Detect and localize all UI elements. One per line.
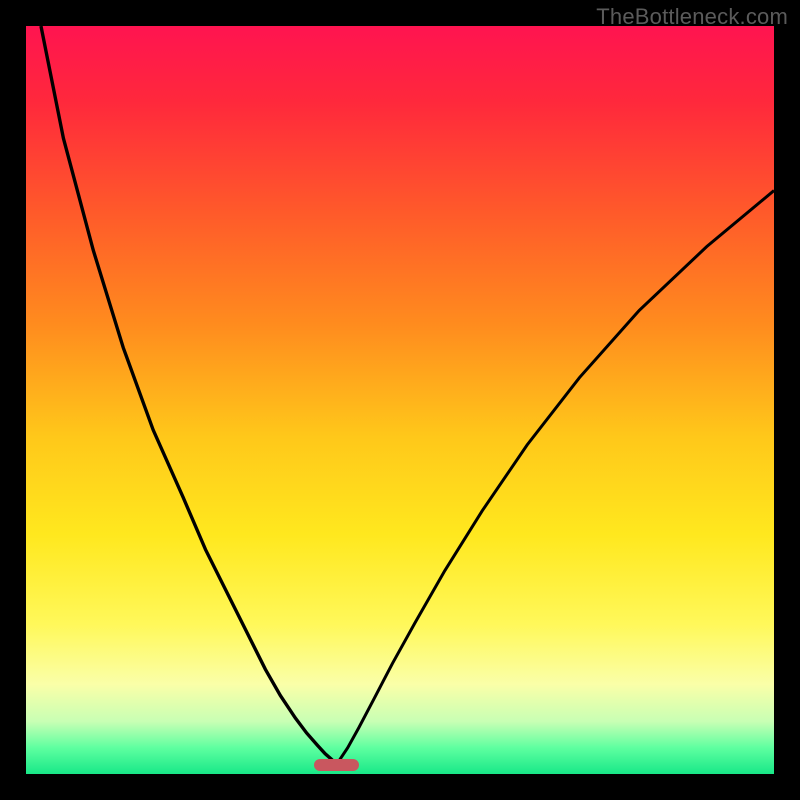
optimal-marker bbox=[314, 759, 359, 771]
right-curve bbox=[336, 191, 774, 765]
chart-frame bbox=[26, 26, 774, 774]
bottleneck-curves bbox=[26, 26, 774, 774]
left-curve bbox=[41, 26, 336, 765]
